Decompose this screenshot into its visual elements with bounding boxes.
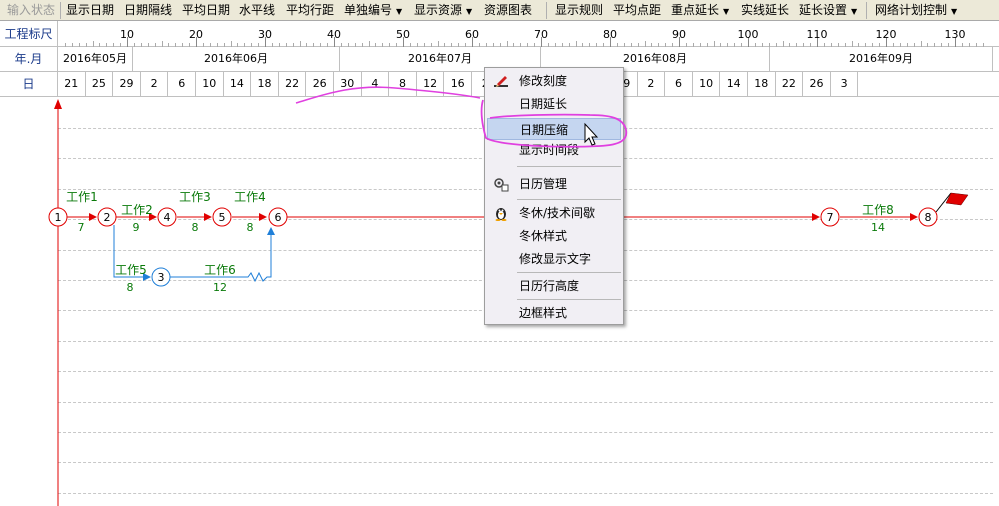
menu-separator: [517, 166, 621, 167]
menu-item-label: 显示时间段: [519, 143, 580, 157]
menu-item-label: 修改显示文字: [519, 252, 592, 266]
menu-separator: [517, 299, 621, 300]
pencil-icon: [494, 76, 508, 87]
node-5[interactable]: 5: [212, 207, 232, 227]
node-3[interactable]: 3: [151, 267, 171, 287]
node-7[interactable]: 7: [820, 207, 840, 227]
menu-item-label: 冬休样式: [519, 229, 568, 243]
menu-item-show-time-period[interactable]: 显示时间段: [487, 139, 621, 161]
work8-duration: 14: [871, 221, 885, 234]
menu-item-border-style[interactable]: 边框样式: [487, 302, 621, 324]
node-8[interactable]: 8: [918, 207, 938, 227]
current-date-arrow: [54, 99, 62, 109]
work6-name: 工作6: [204, 263, 236, 277]
finish-flag-icon: [935, 192, 969, 213]
work1-duration: 7: [78, 221, 85, 234]
node-4[interactable]: 4: [157, 207, 177, 227]
work3-name: 工作3: [179, 190, 211, 204]
menu-item-modify-scale[interactable]: 修改刻度: [487, 70, 621, 92]
work8-name: 工作8: [862, 203, 894, 217]
menu-item-label: 日期压缩: [520, 123, 569, 137]
menu-item-date-compress[interactable]: 日期压缩: [487, 118, 621, 140]
work2-duration: 9: [133, 221, 140, 234]
node-4-label: 4: [164, 211, 171, 224]
node-3-label: 3: [158, 271, 165, 284]
work4-duration: 8: [247, 221, 254, 234]
node-6[interactable]: 6: [268, 207, 288, 227]
node-7-label: 7: [827, 211, 834, 224]
node-8-label: 8: [925, 211, 932, 224]
menu-item-label: 冬休/技术间歇: [519, 206, 596, 220]
calendar-gear-icon: [494, 178, 509, 192]
work2-name: 工作2: [121, 203, 153, 217]
node-2[interactable]: 2: [97, 207, 117, 227]
menu-separator: [517, 199, 621, 200]
menu-item-label: 日历管理: [519, 177, 568, 191]
work5-duration: 8: [127, 281, 134, 294]
context-menu: 修改刻度 日期延长 日期压缩 显示时间段 日历管理 冬休/技术间歇 冬休样式 修…: [484, 67, 624, 325]
menu-item-winter-break-style[interactable]: 冬休样式: [487, 225, 621, 247]
work6-duration: 12: [213, 281, 227, 294]
menu-item-label: 日历行高度: [519, 279, 580, 293]
work3-duration: 8: [192, 221, 199, 234]
node-6-label: 6: [275, 211, 282, 224]
work4-name: 工作4: [234, 190, 266, 204]
node-1-label: 1: [55, 211, 62, 224]
menu-item-calendar-management[interactable]: 日历管理: [487, 173, 621, 195]
menu-item-label: 边框样式: [519, 306, 568, 320]
penguin-icon: [495, 208, 507, 221]
work5-name: 工作5: [115, 263, 147, 277]
node-1[interactable]: 1: [48, 207, 68, 227]
menu-item-calendar-row-height[interactable]: 日历行高度: [487, 275, 621, 297]
menu-item-modify-display-text[interactable]: 修改显示文字: [487, 248, 621, 270]
menu-item-label: 修改刻度: [519, 74, 568, 88]
node-2-label: 2: [104, 211, 111, 224]
menu-separator: [517, 272, 621, 273]
menu-item-winter-break[interactable]: 冬休/技术间歇: [487, 202, 621, 224]
node-5-label: 5: [219, 211, 226, 224]
menu-item-label: 日期延长: [519, 97, 568, 111]
work1-name: 工作1: [66, 190, 98, 204]
menu-item-date-extend[interactable]: 日期延长: [487, 93, 621, 115]
